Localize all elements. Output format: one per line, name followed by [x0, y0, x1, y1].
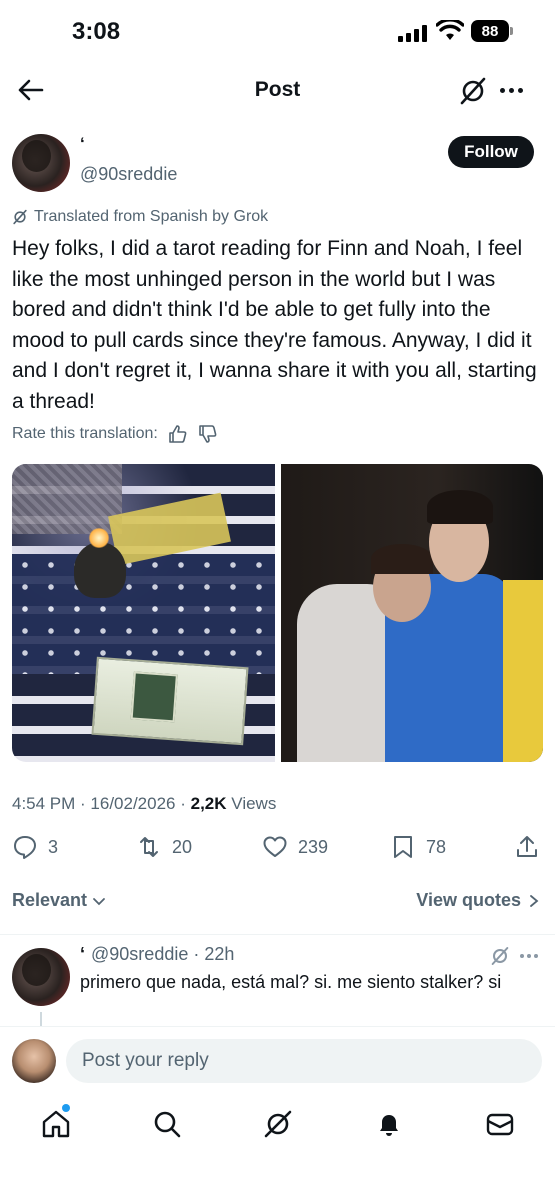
- reply-handle[interactable]: @90sreddie: [91, 944, 188, 964]
- post-timestamp: 4:54 PM · 16/02/2026 · 2,2K Views: [12, 794, 277, 813]
- follow-button[interactable]: Follow: [448, 136, 534, 168]
- tab-search[interactable]: [151, 1108, 183, 1140]
- tab-notifications[interactable]: [373, 1108, 405, 1140]
- person-edge: [503, 580, 543, 762]
- translation-note: Translated from Spanish by Grok: [12, 208, 268, 226]
- chevron-down-icon: [93, 897, 105, 905]
- post-date: 16/02/2026: [90, 794, 176, 813]
- candle: [74, 542, 126, 598]
- tarot-deck: [91, 656, 249, 746]
- bookmark-count: 78: [426, 836, 447, 857]
- repost-count: 20: [172, 836, 193, 857]
- bookmark-button[interactable]: 78: [390, 834, 446, 860]
- home-indicator-area: [0, 1168, 555, 1200]
- home-icon: [42, 1110, 70, 1138]
- post-actions: 3 20 239 78: [0, 832, 555, 868]
- bell-icon: [380, 1115, 398, 1136]
- author-handle[interactable]: @90sreddie: [80, 164, 177, 185]
- like-count: 239: [298, 836, 329, 857]
- author-display-name[interactable]: ‘: [80, 134, 85, 154]
- post-text: Hey folks, I did a tarot reading for Fin…: [12, 237, 537, 413]
- candle-flame: [88, 528, 110, 548]
- person-right-hair: [427, 490, 493, 524]
- post-header: Post: [0, 66, 555, 114]
- grok-icon[interactable]: [490, 946, 510, 966]
- reply-input[interactable]: Post your reply: [66, 1039, 542, 1083]
- divider: [0, 934, 555, 935]
- reply-time: 22h: [204, 944, 235, 964]
- battery-cap: [510, 27, 513, 35]
- views-label: Views: [231, 794, 277, 813]
- flag-pattern: [12, 554, 275, 674]
- view-quotes-link[interactable]: View quotes: [416, 890, 541, 911]
- rate-translation-label: Rate this translation:: [12, 425, 158, 442]
- rate-translation: Rate this translation:: [12, 424, 218, 444]
- share-button[interactable]: [514, 834, 540, 860]
- sort-dropdown[interactable]: Relevant: [12, 890, 107, 911]
- bookmark-icon: [394, 836, 412, 858]
- grok-icon[interactable]: [458, 76, 488, 106]
- thumbs-up-icon[interactable]: [168, 424, 188, 444]
- grok-icon: [13, 209, 27, 225]
- reply-header: ‘@90sreddie · 22h: [80, 944, 235, 964]
- reply-button[interactable]: 3: [12, 834, 58, 860]
- home-notification-dot: [62, 1104, 70, 1112]
- reply-more-button[interactable]: [520, 954, 538, 958]
- search-icon: [154, 1111, 181, 1138]
- views-count: 2,2K: [190, 794, 227, 813]
- repost-icon: [140, 837, 158, 857]
- author-avatar[interactable]: [12, 134, 70, 192]
- repost-button[interactable]: 20: [136, 834, 192, 860]
- wifi-icon: [436, 20, 464, 40]
- reply-text: primero que nada, está mal? si. me sient…: [80, 972, 502, 992]
- like-button[interactable]: 239: [262, 834, 328, 860]
- chevron-right-icon: [530, 894, 539, 907]
- reply-author-avatar[interactable]: [12, 948, 70, 1006]
- thumbs-down-icon[interactable]: [198, 424, 218, 444]
- heart-icon: [263, 836, 287, 857]
- grok-icon: [264, 1110, 292, 1138]
- reply-icon: [14, 836, 36, 859]
- more-options-button[interactable]: [500, 84, 526, 96]
- status-time: 3:08: [72, 18, 121, 45]
- translation-note-text: Translated from Spanish by Grok: [34, 208, 269, 225]
- reply-filter-row: Relevant View quotes: [0, 886, 555, 918]
- view-quotes-label: View quotes: [416, 890, 521, 910]
- tab-grok[interactable]: [262, 1108, 294, 1140]
- battery-indicator: 88: [471, 20, 509, 42]
- post-image-tarot[interactable]: [12, 464, 275, 762]
- reply-count: 3: [48, 836, 59, 857]
- basket: [12, 464, 122, 534]
- status-bar: 3:08 88: [0, 0, 555, 66]
- post-image-photo[interactable]: [281, 464, 543, 762]
- my-avatar: [12, 1039, 56, 1083]
- share-icon: [517, 836, 537, 857]
- tab-messages[interactable]: [484, 1108, 516, 1140]
- reply-author-name[interactable]: ‘: [80, 944, 85, 964]
- tab-home[interactable]: [40, 1108, 72, 1140]
- sort-label: Relevant: [12, 890, 88, 910]
- person-left-hair: [371, 544, 433, 574]
- bottom-tab-bar: [0, 1094, 555, 1164]
- cellular-signal-icon: [398, 24, 427, 42]
- mail-icon: [486, 1113, 514, 1136]
- reply-composer-bar: Post your reply: [0, 1026, 555, 1094]
- post-time: 4:54 PM: [12, 794, 76, 813]
